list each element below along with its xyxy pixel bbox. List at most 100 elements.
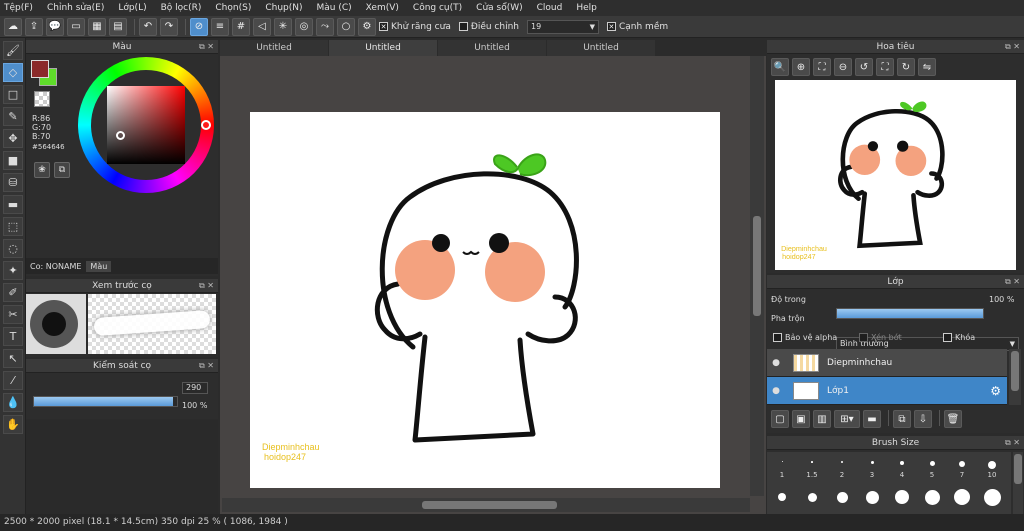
- new-halftone-icon[interactable]: ▥: [813, 410, 831, 428]
- comment-icon[interactable]: ▭: [67, 17, 85, 36]
- divide-tool-icon[interactable]: ⁄: [3, 371, 23, 390]
- brush-size-option[interactable]: 2: [827, 452, 857, 482]
- navigator-preview[interactable]: Diepminhchau hoidop247: [775, 80, 1016, 270]
- fill-rect-tool-icon[interactable]: ■: [3, 151, 23, 170]
- layer-item[interactable]: ● Diepminhchau: [767, 349, 1007, 377]
- menu-edit[interactable]: Chỉnh sửa(E): [47, 3, 104, 13]
- checkbox-icon[interactable]: ✕: [379, 22, 388, 31]
- zoom-in-plus-icon[interactable]: ⊕: [792, 58, 810, 76]
- lock-toggle[interactable]: Khóa: [943, 333, 975, 342]
- brush-mode-icon[interactable]: ⊘: [190, 17, 208, 36]
- menu-tools[interactable]: Công cụ(T): [413, 3, 462, 13]
- panel-float-icon[interactable]: ⧉ ✕: [1005, 275, 1020, 289]
- antialias-toggle[interactable]: ✕ Khử răng cưa: [379, 22, 451, 32]
- grid-icon[interactable]: ▦: [88, 17, 106, 36]
- gradient-tool-icon[interactable]: ▬: [3, 195, 23, 214]
- brush-size-option[interactable]: 7: [947, 452, 977, 482]
- layers-icon[interactable]: ▤: [109, 17, 127, 36]
- menu-filter[interactable]: Bộ lọc(R): [161, 3, 202, 13]
- hand-tool-icon[interactable]: ✋: [3, 415, 23, 434]
- checkbox-icon[interactable]: [859, 333, 868, 342]
- flip-icon[interactable]: ⇋: [918, 58, 936, 76]
- primary-color-swatch[interactable]: [31, 60, 49, 78]
- rotate-left-icon[interactable]: ↺: [855, 58, 873, 76]
- palette-icon[interactable]: ❀: [34, 162, 50, 178]
- panel-float-icon[interactable]: ⧉ ✕: [199, 40, 214, 54]
- hatch-icon[interactable]: ≡: [211, 17, 229, 36]
- bucket-tool-icon[interactable]: ⛁: [3, 173, 23, 192]
- adjust-toggle[interactable]: Điều chỉnh: [458, 22, 519, 32]
- add-layer-dropdown-icon[interactable]: ⊞▾: [834, 410, 860, 428]
- eraser-tool-icon[interactable]: ◇: [3, 63, 23, 82]
- panel-float-icon[interactable]: ⧉ ✕: [199, 279, 214, 293]
- document-tab[interactable]: Untitled: [220, 40, 328, 56]
- brush-size-option[interactable]: [767, 482, 797, 512]
- panel-float-icon[interactable]: ⧉ ✕: [199, 359, 214, 373]
- undo-icon[interactable]: ↶: [139, 17, 157, 36]
- layer-opacity-slider[interactable]: [836, 308, 984, 319]
- brush-size-value[interactable]: 290: [182, 382, 208, 394]
- reset-icon[interactable]: ⛶: [876, 58, 894, 76]
- brush-size-option[interactable]: [827, 482, 857, 512]
- menu-cloud[interactable]: Cloud: [537, 3, 563, 13]
- menu-window[interactable]: Cửa sổ(W): [476, 3, 522, 13]
- transparent-color-swatch[interactable]: [34, 91, 50, 107]
- saturation-value-box[interactable]: [107, 86, 185, 164]
- zoom-out-icon[interactable]: ⊖: [834, 58, 852, 76]
- swap-color-icon[interactable]: ⧉: [54, 162, 70, 178]
- brush-size-option[interactable]: 1.5: [797, 452, 827, 482]
- settings-icon[interactable]: ⚙: [358, 17, 376, 36]
- new-layer-icon[interactable]: ▢: [771, 410, 789, 428]
- brush-size-option[interactable]: 3: [857, 452, 887, 482]
- rotate-right-icon[interactable]: ↻: [897, 58, 915, 76]
- visibility-icon[interactable]: ●: [767, 386, 785, 396]
- document-tab[interactable]: Untitled: [547, 40, 655, 56]
- brush-size-scrollbar[interactable]: [1013, 452, 1023, 514]
- menu-view[interactable]: Xem(V): [366, 3, 399, 13]
- concentric-icon[interactable]: ◎: [295, 17, 313, 36]
- layer-scrollbar[interactable]: [1009, 349, 1021, 405]
- brush-size-option[interactable]: [947, 482, 977, 512]
- document-tab-active[interactable]: Untitled: [329, 40, 437, 56]
- text-tool-icon[interactable]: T: [3, 327, 23, 346]
- drawing-canvas[interactable]: Diepminhchau hoidop247: [250, 112, 720, 488]
- color-set-tab[interactable]: Co: NONAME: [30, 262, 81, 271]
- operation-tool-icon[interactable]: ↖: [3, 349, 23, 368]
- brush-size-option[interactable]: 10: [977, 452, 1007, 482]
- menu-help[interactable]: Help: [576, 3, 597, 13]
- panel-float-icon[interactable]: ⧉ ✕: [1005, 40, 1020, 54]
- select-pen-tool-icon[interactable]: ✐: [3, 283, 23, 302]
- checkbox-icon[interactable]: [943, 333, 952, 342]
- move-tool-icon[interactable]: ✥: [3, 129, 23, 148]
- pen-tool-icon[interactable]: ✎: [3, 107, 23, 126]
- brush-size-option[interactable]: 1: [767, 452, 797, 482]
- magic-wand-tool-icon[interactable]: ✦: [3, 261, 23, 280]
- brush-tool-icon[interactable]: 🖌: [3, 41, 23, 60]
- horizontal-scrollbar[interactable]: [222, 498, 750, 512]
- radial-icon[interactable]: ✳: [274, 17, 292, 36]
- gear-icon[interactable]: ⚙: [990, 384, 1001, 398]
- menu-layer[interactable]: Lớp(L): [118, 3, 146, 13]
- lasso-tool-icon[interactable]: ◌: [3, 239, 23, 258]
- speech-icon[interactable]: 💬: [46, 17, 64, 36]
- merge-icon[interactable]: ⇩: [914, 410, 932, 428]
- brush-size-option[interactable]: 5: [917, 452, 947, 482]
- folder-icon[interactable]: ▬: [863, 410, 881, 428]
- perspective-icon[interactable]: ◁: [253, 17, 271, 36]
- vertical-scrollbar[interactable]: [750, 56, 764, 496]
- checkbox-icon[interactable]: [773, 333, 782, 342]
- soft-edge-toggle[interactable]: ✕ Cạnh mềm: [606, 22, 668, 32]
- brush-size-slider[interactable]: [33, 396, 178, 407]
- hue-picker-handle[interactable]: [201, 120, 211, 130]
- document-tab[interactable]: Untitled: [438, 40, 546, 56]
- grid-snap-icon[interactable]: #: [232, 17, 250, 36]
- menu-color[interactable]: Màu (C): [317, 3, 352, 13]
- adjust-select[interactable]: 19 ▼: [526, 19, 599, 34]
- checkbox-icon[interactable]: ✕: [606, 22, 616, 31]
- brush-size-option[interactable]: [977, 482, 1007, 512]
- cloud-icon[interactable]: ☁: [4, 17, 22, 36]
- sv-picker-handle[interactable]: [116, 131, 125, 140]
- checkbox-icon[interactable]: [458, 22, 468, 31]
- brush-size-option[interactable]: [887, 482, 917, 512]
- circle-icon[interactable]: ○: [337, 17, 355, 36]
